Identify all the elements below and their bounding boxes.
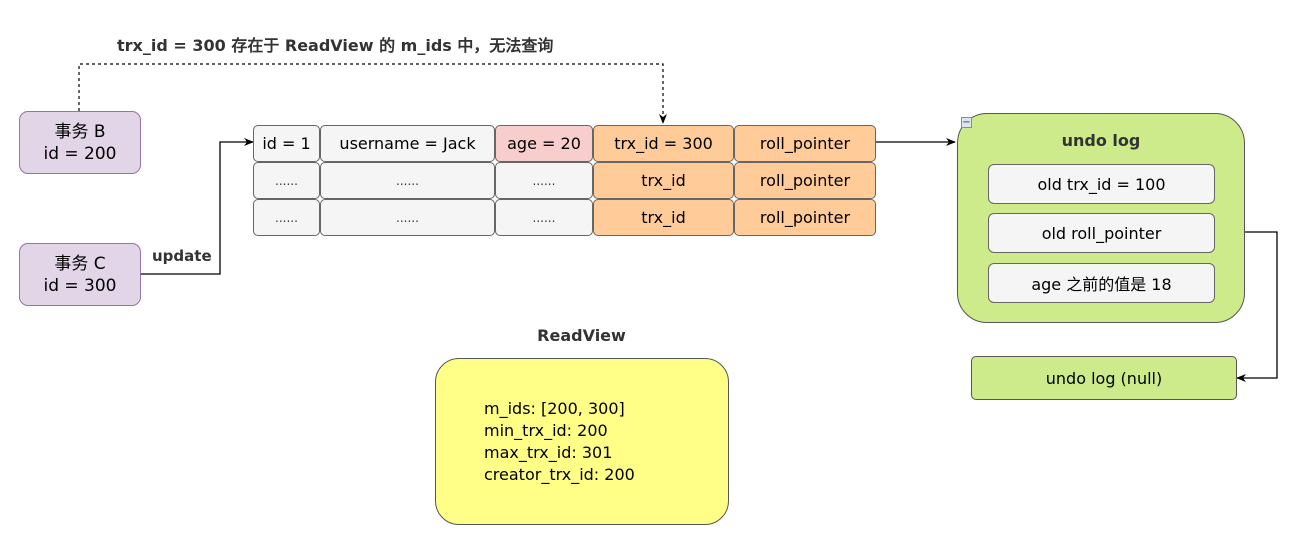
readview-m-ids: m_ids: [200, 300] <box>484 398 625 418</box>
transaction-c-id: id = 300 <box>43 275 117 296</box>
undo-log-null-node[interactable]: undo log (null) <box>971 356 1237 400</box>
undo-item-old-trx-id[interactable]: old trx_id = 100 <box>988 164 1215 204</box>
undo-log-container[interactable]: undo log old trx_id = 100 old roll_point… <box>957 113 1245 323</box>
record-table: id = 1 username = Jack age = 20 trx_id =… <box>253 125 876 236</box>
cell-roll-pointer[interactable]: roll_pointer <box>734 199 876 236</box>
cell-roll-pointer[interactable]: roll_pointer <box>734 162 876 199</box>
cell-ellipsis[interactable]: ...... <box>253 199 320 236</box>
cell-ellipsis[interactable]: ...... <box>320 162 495 199</box>
cell-ellipsis[interactable]: ...... <box>495 199 593 236</box>
annotation-text: trx_id = 300 存在于 ReadView 的 m_ids 中，无法查询 <box>117 36 554 55</box>
transaction-b-label: 事务 B <box>54 121 106 142</box>
cell-username[interactable]: username = Jack <box>320 125 495 162</box>
transaction-b-node[interactable]: 事务 B id = 200 <box>19 111 141 174</box>
transaction-c-label: 事务 C <box>54 253 106 274</box>
readview-min-trx-id: min_trx_id: 200 <box>484 420 608 440</box>
update-edge-label: update <box>152 247 212 265</box>
collapse-icon[interactable]: − <box>961 117 972 128</box>
undo-item-old-roll-pointer[interactable]: old roll_pointer <box>988 213 1215 253</box>
undo-item-age-previous[interactable]: age 之前的值是 18 <box>988 263 1215 303</box>
cell-ellipsis[interactable]: ...... <box>253 162 320 199</box>
transaction-c-node[interactable]: 事务 C id = 300 <box>19 243 141 306</box>
readview-creator-trx-id: creator_trx_id: 200 <box>484 464 635 484</box>
cell-roll-pointer[interactable]: roll_pointer <box>734 125 876 162</box>
cell-ellipsis[interactable]: ...... <box>495 162 593 199</box>
cell-trx-id[interactable]: trx_id <box>593 162 734 199</box>
cell-id[interactable]: id = 1 <box>253 125 320 162</box>
dashed-arrow-b-to-trx <box>78 63 667 124</box>
transaction-b-id: id = 200 <box>43 143 117 164</box>
cell-ellipsis[interactable]: ...... <box>320 199 495 236</box>
readview-title: ReadView <box>537 326 626 345</box>
undo-log-title: undo log <box>1061 131 1141 150</box>
readview-box[interactable]: m_ids: [200, 300] min_trx_id: 200 max_tr… <box>435 358 729 525</box>
cell-trx-id[interactable]: trx_id <box>593 199 734 236</box>
cell-age[interactable]: age = 20 <box>495 125 593 162</box>
cell-trx-id[interactable]: trx_id = 300 <box>593 125 734 162</box>
readview-max-trx-id: max_trx_id: 301 <box>484 442 613 462</box>
